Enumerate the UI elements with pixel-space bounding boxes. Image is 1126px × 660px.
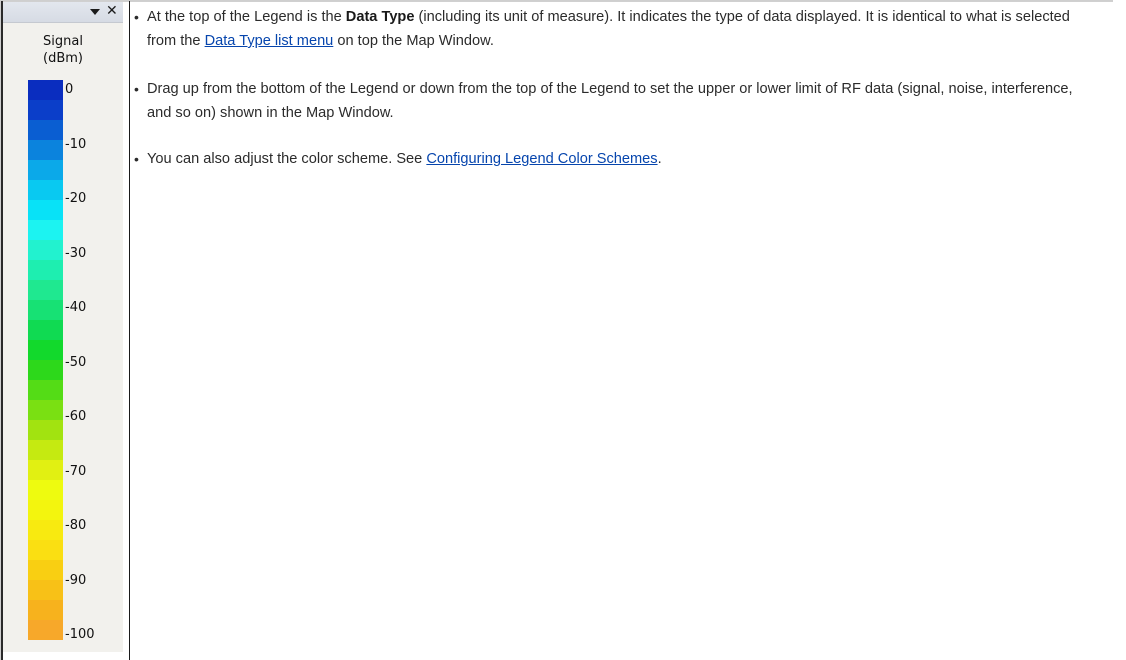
legend-color-segment <box>28 240 63 260</box>
legend-title: Signal (dBm) <box>3 33 123 67</box>
data-type-term: Data Type <box>345 9 415 25</box>
legend-color-segment <box>28 520 63 540</box>
bullet-text: At the top of the Legend is the <box>147 9 346 25</box>
legend-tick-label: -40 <box>65 300 87 315</box>
legend-color-segment <box>28 600 63 620</box>
legend-tick-label: 0 <box>65 82 74 97</box>
legend-color-segment <box>28 560 63 580</box>
bullet-icon: • <box>134 151 139 167</box>
list-item: • At the top of the Legend is the Data T… <box>134 5 1092 53</box>
legend-color-segment <box>28 420 63 440</box>
legend-tick-label: -50 <box>65 354 87 370</box>
legend-color-segment <box>28 320 63 340</box>
legend-color-segment <box>28 280 63 300</box>
legend-color-segment <box>28 180 63 200</box>
legend-color-segment <box>28 100 63 120</box>
legend-tick-label: -70 <box>65 463 87 479</box>
legend-color-segment <box>28 260 63 280</box>
legend-tick-label: -20 <box>65 191 87 206</box>
bullet-text: You can also adjust the color scheme. Se… <box>147 151 427 167</box>
legend-color-segment <box>28 440 63 460</box>
dropdown-arrow-icon[interactable] <box>88 5 102 19</box>
legend-color-segment <box>28 160 63 180</box>
legend-header: ✕ <box>3 2 123 23</box>
legend-unit: (dBm) <box>43 51 83 66</box>
configuring-legend-color-schemes-link[interactable]: Configuring Legend Color Schemes <box>426 151 657 167</box>
legend-color-segment <box>28 580 63 600</box>
legend-color-segment <box>28 500 63 520</box>
legend-color-segment <box>28 360 63 380</box>
bullet-icon: • <box>134 9 139 25</box>
legend-color-segment <box>28 540 63 560</box>
legend-tick-label: -80 <box>65 518 87 533</box>
close-icon[interactable]: ✕ <box>106 4 120 18</box>
legend-color-scale[interactable] <box>28 80 63 640</box>
legend-tick-label: -100 <box>65 627 95 642</box>
legend-color-segment <box>28 380 63 400</box>
bullet-text: Drag up from the bottom of the Legend or… <box>147 81 1073 121</box>
bullet-text: . <box>657 151 662 167</box>
legend-panel: ✕ Signal (dBm) 0 -10 -20 -30 -40 -50 -60 -70 -80… <box>3 2 123 652</box>
legend-color-segment <box>28 400 63 420</box>
legend-tick-label: -90 <box>65 572 87 588</box>
legend-color-segment <box>28 120 63 140</box>
list-item: • You can also adjust the color scheme. … <box>134 147 1092 171</box>
legend-color-segment <box>28 340 63 360</box>
bullet-icon: • <box>134 81 139 97</box>
content-table: ✕ Signal (dBm) 0 -10 -20 -30 -40 -50 -60 -70 -80… <box>0 0 1113 660</box>
legend-color-segment <box>28 200 63 220</box>
legend-color-segment <box>28 80 63 100</box>
legend-tick-label: -30 <box>65 245 87 261</box>
bullet-text: on top the Map Window. <box>333 33 494 49</box>
legend-color-segment <box>28 480 63 500</box>
top-border <box>1 1 1113 2</box>
list-item: • Drag up from the bottom of the Legend … <box>134 77 1092 125</box>
legend-tick-label: -60 <box>65 409 87 424</box>
data-type-list-menu-link[interactable]: Data Type list menu <box>205 33 334 49</box>
legend-color-segment <box>28 620 63 640</box>
legend-color-segment <box>28 460 63 480</box>
legend-tick-label: -10 <box>65 136 87 152</box>
legend-color-segment <box>28 220 63 240</box>
legend-color-segment <box>28 140 63 160</box>
legend-data-type: Signal <box>43 34 83 49</box>
legend-color-segment <box>28 300 63 320</box>
column-divider <box>129 1 130 660</box>
